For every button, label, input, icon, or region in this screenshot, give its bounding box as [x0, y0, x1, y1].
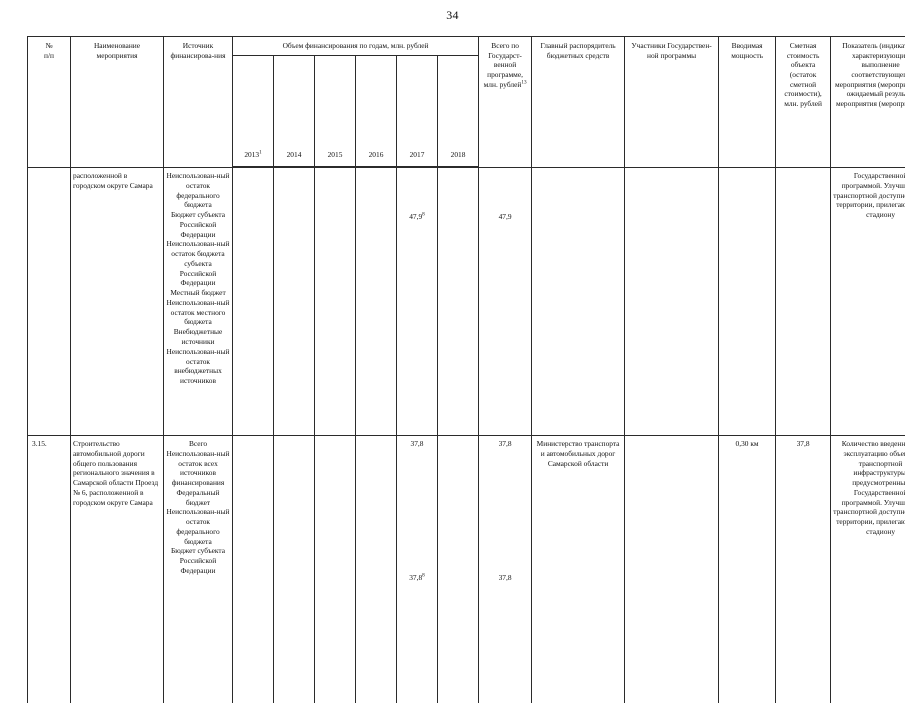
row-value-2016	[356, 168, 397, 436]
footnote-marker-1: 1	[259, 150, 262, 156]
header-main-manager: Главный распорядитель бюджетных средств	[532, 37, 625, 168]
table-body: расположенной в городском округе Самара …	[28, 168, 905, 703]
row-value-2014	[274, 168, 315, 436]
header-year-2016: 2016	[356, 55, 397, 166]
row-indicator: Количество введенных в эксплуатацию объе…	[831, 436, 905, 703]
row-value-2014	[274, 436, 315, 703]
header-year-2014: 2014	[274, 55, 315, 166]
row-participants	[625, 168, 719, 436]
table-row: расположенной в городском округе Самара …	[28, 168, 905, 436]
header-total-program: Всего по Государст-венной программе, млн…	[479, 37, 532, 168]
footnote-marker-13: 13	[521, 79, 526, 85]
table-row: 3.15. Строительство автомобильной дороги…	[28, 436, 905, 703]
row-value-2017: 47,98	[397, 168, 438, 436]
page-number: 34	[0, 8, 905, 23]
row-total: 47,9	[479, 168, 532, 436]
row-value-2018	[438, 436, 479, 703]
header-participants: Участники Государствен-ной программы	[625, 37, 719, 168]
row-value-2015	[315, 168, 356, 436]
header-year-2017: 2017	[397, 55, 438, 166]
row-capacity	[719, 168, 776, 436]
row-measure-name: расположенной в городском округе Самара	[71, 168, 164, 436]
row-indicator: Государственной программой. Улучшение тр…	[831, 168, 905, 436]
row-no	[28, 168, 71, 436]
row-participants	[625, 436, 719, 703]
header-funding-volume-group: Объем финансирования по годам, млн. рубл…	[233, 37, 479, 56]
row-value-2015	[315, 436, 356, 703]
row-estimated-cost: 37,8	[776, 436, 831, 703]
header-capacity: Вводимая мощность	[719, 37, 776, 168]
row-no: 3.15.	[28, 436, 71, 703]
row-estimated-cost	[776, 168, 831, 436]
row-value-2013	[233, 168, 274, 436]
header-estimated-cost: Сметная стоимость объекта (остаток сметн…	[776, 37, 831, 168]
financing-table: № п/п Наименование мероприятия Источник …	[27, 36, 905, 703]
row-funding-sources: Неиспользован-ный остаток федерального б…	[164, 168, 233, 436]
row-value-2018	[438, 168, 479, 436]
row-total: 37,8 37,8	[479, 436, 532, 703]
header-measure-name: Наименование мероприятия	[71, 37, 164, 168]
row-funding-sources: Всего Неиспользован-ный остаток всех ист…	[164, 436, 233, 703]
row-value-2013	[233, 436, 274, 703]
row-value-2017: 37,8 37,88	[397, 436, 438, 703]
footnote-marker-8: 8	[422, 572, 425, 578]
header-indicator: Показатель (индикатор), характеризующий …	[831, 37, 905, 168]
row-main-manager	[532, 168, 625, 436]
header-no: № п/п	[28, 37, 71, 168]
row-measure-name: Строительство автомобильной дороги общег…	[71, 436, 164, 703]
row-main-manager: Министерство транспорта и автомобильных …	[532, 436, 625, 703]
header-funding-source: Источник финансирова-ния	[164, 37, 233, 168]
row-value-2016	[356, 436, 397, 703]
footnote-marker-8: 8	[422, 212, 425, 218]
row-capacity: 0,30 км	[719, 436, 776, 703]
header-year-2015: 2015	[315, 55, 356, 166]
header-year-2018: 2018	[438, 55, 479, 166]
table-header: № п/п Наименование мероприятия Источник …	[28, 37, 905, 168]
header-year-2013: 20131	[233, 55, 274, 166]
